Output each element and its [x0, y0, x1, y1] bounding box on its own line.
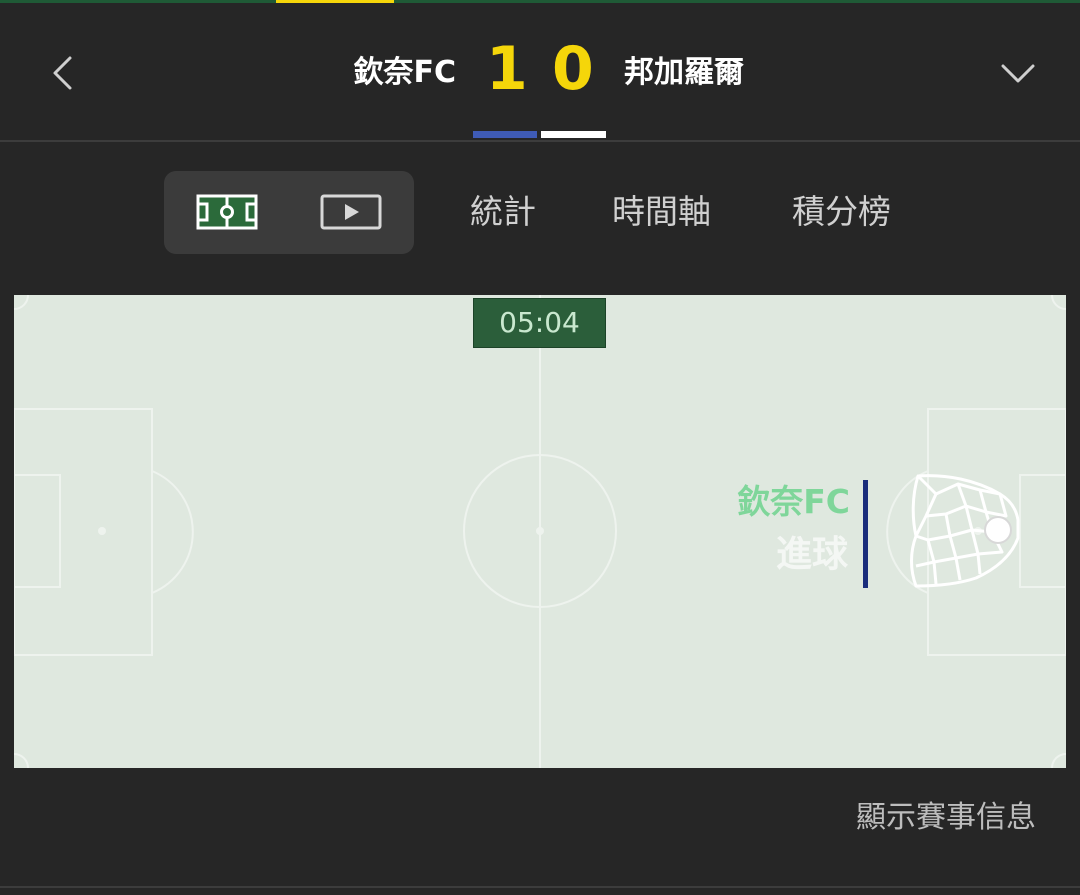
home-team-name: 欽奈FC [353, 55, 456, 90]
home-team-color-bar [473, 131, 537, 138]
event-accent-bar [863, 480, 868, 588]
show-match-info-link[interactable]: 顯示賽事信息 [856, 796, 1036, 840]
pitch-icon [196, 194, 258, 230]
header-divider [0, 140, 1080, 142]
event-type-label: 進球 [775, 534, 848, 575]
match-clock: 05:04 [473, 298, 606, 348]
view-mode-pitch-button[interactable] [196, 194, 258, 230]
event-team-name: 欽奈FC [737, 482, 850, 521]
match-tabs: 統計 時間軸 積分榜 [0, 170, 1080, 254]
video-play-icon [320, 194, 382, 230]
bottom-divider [0, 886, 1080, 888]
away-score: 0 [552, 34, 594, 104]
tab-timeline[interactable]: 時間軸 [612, 190, 711, 234]
chevron-left-icon [53, 56, 72, 90]
away-team-name: 邦加羅爾 [624, 55, 744, 90]
tab-standings[interactable]: 積分榜 [792, 190, 891, 234]
chevron-down-icon [1001, 64, 1035, 83]
goal-net-icon [910, 474, 1020, 588]
view-mode-video-button[interactable] [320, 194, 382, 230]
home-score: 1 [486, 34, 528, 104]
match-header: 欽奈FC 1 0 邦加羅爾 [0, 3, 1080, 141]
away-team-color-bar [541, 131, 606, 138]
collapse-button[interactable] [994, 51, 1042, 95]
tab-stats[interactable]: 統計 [470, 190, 536, 234]
back-button[interactable] [40, 51, 84, 95]
